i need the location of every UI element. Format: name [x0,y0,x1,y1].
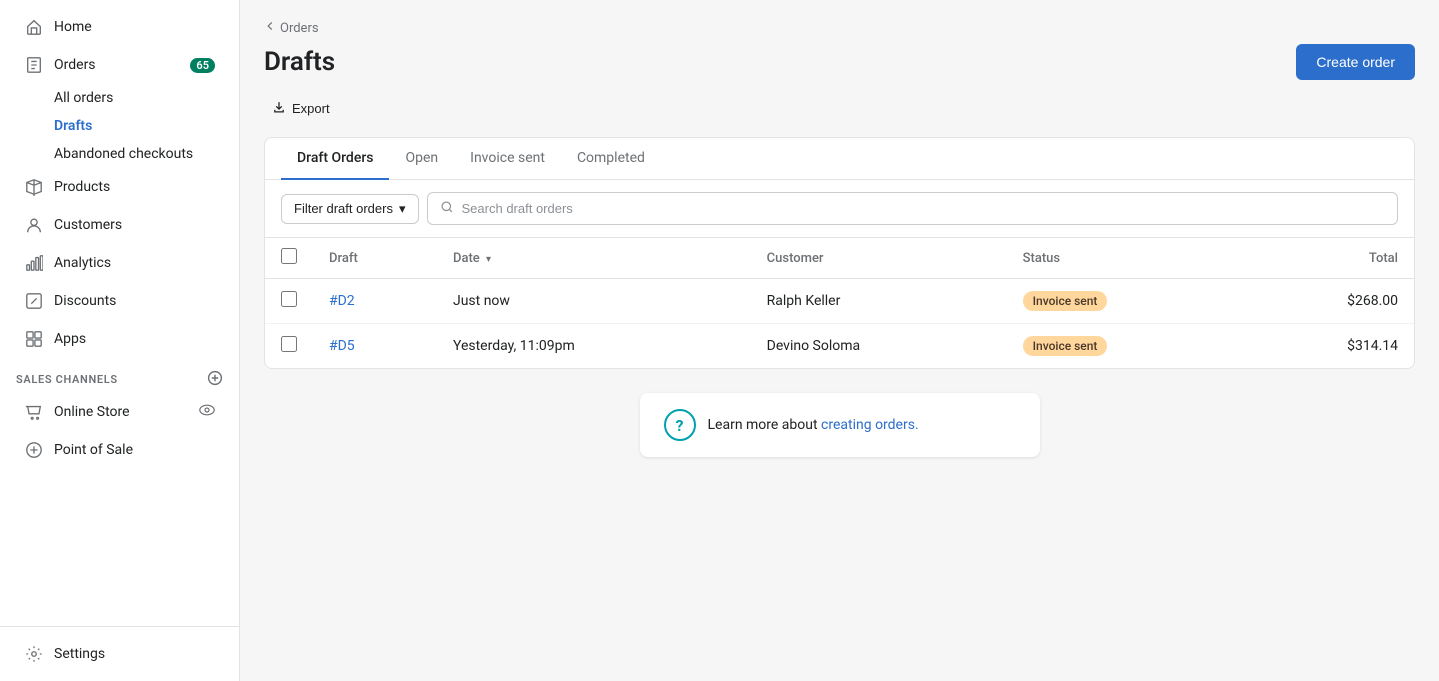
sort-date-icon: ▾ [486,254,491,265]
search-icon [440,199,454,218]
breadcrumb[interactable]: Orders [264,20,1415,36]
table-row: #D2 Just now Ralph Keller Invoice sent $… [265,279,1414,324]
discounts-icon [24,291,44,311]
help-icon: ? [664,409,696,441]
sidebar-item-orders-label: Orders [54,57,96,73]
sidebar-item-online-store-label: Online Store [54,404,130,420]
tabs-bar: Draft Orders Open Invoice sent Completed [265,138,1414,180]
tab-completed[interactable]: Completed [561,138,661,180]
row1-date: Just now [437,279,751,324]
row2-date: Yesterday, 11:09pm [437,324,751,369]
select-all-header [265,238,313,279]
home-icon [24,17,44,37]
col-date[interactable]: Date ▾ [437,238,751,279]
sidebar-item-apps[interactable]: Apps [8,321,231,357]
col-draft: Draft [313,238,437,279]
row2-draft: #D5 [313,324,437,369]
sidebar-item-analytics-label: Analytics [54,255,111,271]
row1-status-badge: Invoice sent [1023,291,1108,311]
row2-checkbox[interactable] [281,336,297,352]
apps-icon [24,329,44,349]
sidebar-item-point-of-sale[interactable]: Point of Sale [8,432,231,468]
tab-open[interactable]: Open [389,138,454,180]
sidebar-item-customers-label: Customers [54,217,122,233]
export-icon [272,100,286,117]
sidebar-item-discounts-label: Discounts [54,293,116,309]
add-sales-channel-icon[interactable] [207,370,223,389]
sidebar-item-settings[interactable]: Settings [8,636,231,672]
row1-total: $268.00 [1245,279,1414,324]
sidebar-sub-abandoned-checkouts[interactable]: Abandoned checkouts [8,141,231,167]
row2-customer: Devino Soloma [751,324,1007,369]
analytics-icon [24,253,44,273]
row2-draft-link[interactable]: #D5 [329,338,355,354]
point-of-sale-icon [24,440,44,460]
page-header: Drafts Create order [264,44,1415,80]
sidebar-item-discounts[interactable]: Discounts [8,283,231,319]
help-text: Learn more about creating orders. [708,417,919,433]
row1-customer: Ralph Keller [751,279,1007,324]
drafts-table: Draft Date ▾ Customer Status Total [265,238,1414,368]
breadcrumb-chevron-icon [264,20,276,36]
sidebar-item-home[interactable]: Home [8,9,231,45]
row2-status: Invoice sent [1007,324,1245,369]
sidebar-sub-all-orders[interactable]: All orders [8,85,231,111]
col-total: Total [1245,238,1414,279]
orders-badge: 65 [190,58,215,73]
sidebar-item-settings-label: Settings [54,646,105,662]
sidebar-item-orders[interactable]: Orders 65 [8,47,231,83]
row1-draft-link[interactable]: #D2 [329,293,355,309]
help-box: ? Learn more about creating orders. [640,393,1040,457]
col-customer: Customer [751,238,1007,279]
creating-orders-link[interactable]: creating orders. [821,417,919,433]
select-all-checkbox[interactable] [281,248,297,264]
sales-channels-section: SALES CHANNELS [0,358,239,393]
online-store-icon [24,402,44,422]
row1-checkbox-cell [265,279,313,324]
sidebar-item-online-store[interactable]: Online Store [8,394,231,430]
sidebar-item-products[interactable]: Products [8,169,231,205]
products-icon [24,177,44,197]
sidebar-item-apps-label: Apps [54,331,86,347]
drafts-card: Draft Orders Open Invoice sent Completed… [264,137,1415,369]
sidebar: Home Orders 65 All orders Drafts Abandon… [0,0,240,681]
col-status: Status [1007,238,1245,279]
row1-draft: #D2 [313,279,437,324]
filter-draft-orders-button[interactable]: Filter draft orders ▾ [281,194,419,224]
create-order-button[interactable]: Create order [1296,44,1415,80]
main-area: Orders Drafts Create order Export [240,0,1439,681]
row2-checkbox-cell [265,324,313,369]
orders-icon [24,55,44,75]
row2-total: $314.14 [1245,324,1414,369]
tab-invoice-sent[interactable]: Invoice sent [454,138,561,180]
row1-checkbox[interactable] [281,291,297,307]
customers-icon [24,215,44,235]
chevron-down-icon: ▾ [399,201,406,217]
settings-icon [24,644,44,664]
page-title: Drafts [264,47,335,77]
sidebar-item-products-label: Products [54,179,110,195]
search-wrapper [427,192,1398,225]
tab-draft-orders[interactable]: Draft Orders [281,138,389,180]
export-button[interactable]: Export [264,96,338,121]
sidebar-sub-drafts[interactable]: Drafts [8,113,231,139]
filter-bar: Filter draft orders ▾ [265,180,1414,238]
search-input[interactable] [462,201,1385,216]
row2-status-badge: Invoice sent [1023,336,1108,356]
sidebar-item-analytics[interactable]: Analytics [8,245,231,281]
row1-status: Invoice sent [1007,279,1245,324]
table-row: #D5 Yesterday, 11:09pm Devino Soloma Inv… [265,324,1414,369]
online-store-eye-icon[interactable] [199,402,215,422]
toolbar: Export [264,96,1415,121]
sidebar-item-customers[interactable]: Customers [8,207,231,243]
sidebar-item-home-label: Home [54,19,92,35]
sidebar-item-point-of-sale-label: Point of Sale [54,442,133,458]
